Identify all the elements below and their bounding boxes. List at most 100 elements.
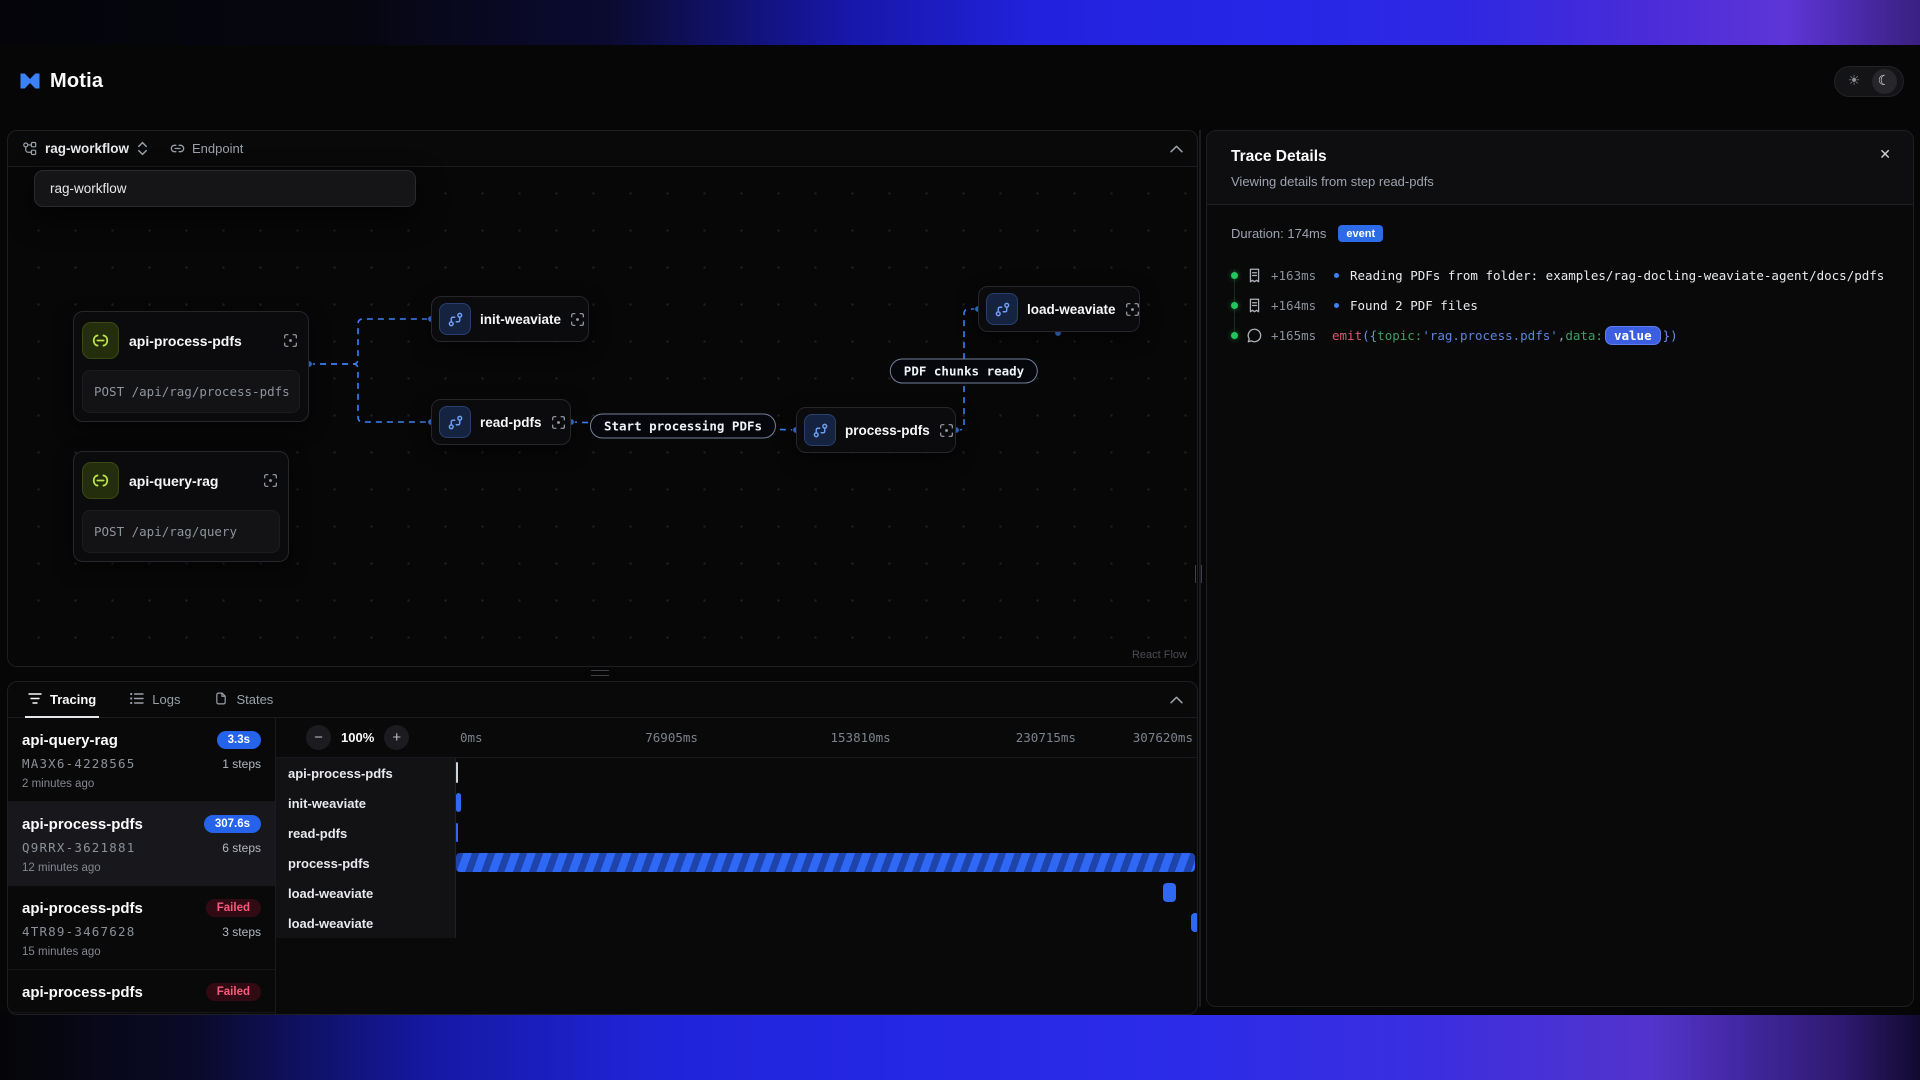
flow-node-init-weaviate[interactable]: init-weaviate [431, 296, 589, 342]
node-title: api-process-pdfs [129, 333, 273, 349]
trace-steps: 3 steps [222, 925, 261, 939]
success-dot-icon [1231, 302, 1238, 309]
flow-canvas[interactable]: rag-workflow React Flow api-process-pdfs… [8, 167, 1197, 667]
tab-endpoint[interactable]: Endpoint [170, 141, 243, 156]
light-mode-button[interactable]: ☀ [1842, 69, 1867, 94]
trace-list: api-query-rag3.3sMA3X6-42285651 steps 2 m… [8, 718, 276, 1014]
flow-select[interactable]: rag-workflow [22, 141, 148, 156]
event-step-icon [439, 303, 471, 335]
event-step-icon [439, 406, 471, 438]
collapse-bottom-button[interactable] [1170, 696, 1183, 704]
trace-log-row: +164msFound 2 PDF files [1231, 290, 1889, 320]
flow-node-api-query-rag[interactable]: api-query-ragPOST /api/rag/query [73, 451, 289, 562]
trace-list-item[interactable]: api-process-pdfsFailed [8, 970, 275, 1013]
trace-details-panel: Trace Details Viewing details from step … [1206, 130, 1914, 1007]
tab-label: Tracing [50, 692, 96, 707]
node-title: init-weaviate [480, 312, 561, 327]
vertical-resize-handle[interactable] [1195, 565, 1202, 583]
endpoint-label: Endpoint [192, 141, 243, 156]
flow-node-load-weaviate[interactable]: load-weaviate [978, 286, 1140, 332]
zoom-in-button[interactable]: + [384, 725, 409, 750]
trace-item-header: api-process-pdfsFailed [22, 899, 261, 917]
trace-status-badge: Failed [206, 899, 261, 917]
trace-item-meta: MA3X6-42285651 steps [22, 749, 261, 771]
tab-states[interactable]: States [214, 682, 273, 717]
trace-name: api-process-pdfs [22, 816, 143, 833]
close-icon[interactable]: ✕ [1879, 147, 1891, 163]
flow-dropdown-item[interactable]: rag-workflow [50, 181, 127, 196]
timeline-tick: 0ms [460, 730, 483, 745]
focus-node-icon[interactable] [939, 423, 954, 438]
trace-id: MA3X6-4228565 [22, 756, 135, 771]
timeline-bar[interactable] [456, 793, 461, 812]
trace-list-item[interactable]: api-process-pdfs307.6sQ9RRX-36218816 ste… [8, 802, 275, 886]
focus-node-icon[interactable] [570, 312, 585, 327]
trace-time-ago: 12 minutes ago [22, 862, 261, 874]
timeline-row-label[interactable]: load-weaviate [276, 878, 456, 908]
tab-logs[interactable]: Logs [130, 682, 180, 717]
success-dot-icon [1231, 272, 1238, 279]
timeline-row-label[interactable]: load-weaviate [276, 908, 456, 938]
chevron-up-icon [1170, 145, 1183, 153]
trace-item-meta: Q9RRX-36218816 steps [22, 833, 261, 855]
timeline-row-plot [456, 878, 1197, 908]
flow-select-value: rag-workflow [45, 141, 129, 156]
chevron-up-icon [1170, 696, 1183, 704]
log-scroll-icon [1247, 298, 1262, 313]
timeline-row: load-weaviate [276, 908, 1197, 938]
zoom-out-button[interactable]: − [306, 725, 331, 750]
trace-time-ago: 2 minutes ago [22, 778, 261, 790]
code-token: ({ [1362, 328, 1377, 343]
node-endpoint-path: POST /api/rag/process-pdfs [82, 370, 300, 413]
edge-label: PDF chunks ready [890, 359, 1038, 384]
timeline-bar[interactable] [1163, 883, 1176, 902]
duration-label: Duration: 174ms [1231, 226, 1326, 241]
flow-node-api-process-pdfs[interactable]: api-process-pdfs POST /api/rag/process-pd… [73, 311, 309, 422]
trace-item-header: api-query-rag3.3s [22, 731, 261, 749]
workflow-panel: rag-workflow Endpoint rag-workflow [7, 130, 1198, 667]
trace-time-ago: 15 minutes ago [22, 946, 261, 958]
timeline-rows: api-process-pdfsinit-weaviateread-pdfspr… [276, 758, 1197, 938]
trace-steps: 6 steps [222, 841, 261, 855]
timeline-bar[interactable] [1191, 913, 1198, 932]
duration-row: Duration: 174ms event [1231, 225, 1889, 242]
event-step-icon [804, 414, 836, 446]
timeline-row: api-process-pdfs [276, 758, 1197, 788]
trace-details-subtitle: Viewing details from step read-pdfs [1231, 174, 1889, 189]
node-header: api-process-pdfs [82, 320, 300, 361]
timeline-row: read-pdfs [276, 818, 1197, 848]
timeline-bar[interactable] [456, 853, 1195, 872]
blue-dot-icon [1334, 273, 1339, 278]
focus-node-icon[interactable] [263, 473, 278, 488]
timeline-row-label[interactable]: init-weaviate [276, 788, 456, 818]
timeline-bar[interactable] [456, 762, 458, 783]
flow-node-read-pdfs[interactable]: read-pdfs [431, 399, 571, 445]
logs-icon [130, 692, 144, 708]
log-message: Reading PDFs from folder: examples/rag-d… [1350, 268, 1884, 283]
flow-node-process-pdfs[interactable]: process-pdfs [796, 407, 956, 453]
code-token: , [1558, 328, 1566, 343]
api-trigger-icon [82, 462, 119, 499]
tab-tracing[interactable]: Tracing [28, 682, 96, 717]
focus-node-icon[interactable] [551, 415, 566, 430]
dark-mode-button[interactable]: ☾ [1872, 69, 1897, 94]
horizontal-resize-handle[interactable] [591, 670, 609, 676]
workflow-panel-header: rag-workflow Endpoint [8, 131, 1197, 167]
focus-node-icon[interactable] [283, 333, 298, 348]
theme-toggle[interactable]: ☀ ☾ [1834, 66, 1904, 97]
collapse-canvas-button[interactable] [1170, 145, 1183, 153]
focus-node-icon[interactable] [1125, 302, 1140, 317]
states-icon [214, 692, 228, 708]
wallpaper-glow-top [0, 0, 1920, 47]
timeline-row-label[interactable]: process-pdfs [276, 848, 456, 878]
timeline-row: process-pdfs [276, 848, 1197, 878]
timeline-row-label[interactable]: api-process-pdfs [276, 758, 456, 788]
edge-label: Start processing PDFs [590, 414, 776, 439]
timeline-row-label[interactable]: read-pdfs [276, 818, 456, 848]
trace-list-item[interactable]: api-process-pdfsFailed4TR89-34676283 ste… [8, 886, 275, 970]
timeline-bar[interactable] [456, 823, 458, 842]
timeline-controls: − 100% + 0ms76905ms153810ms230715ms30762… [276, 718, 1197, 758]
trace-list-item[interactable]: api-query-rag3.3sMA3X6-42285651 steps 2 m… [8, 718, 275, 802]
success-dot-icon [1231, 332, 1238, 339]
trace-item-header: api-process-pdfs307.6s [22, 815, 261, 833]
